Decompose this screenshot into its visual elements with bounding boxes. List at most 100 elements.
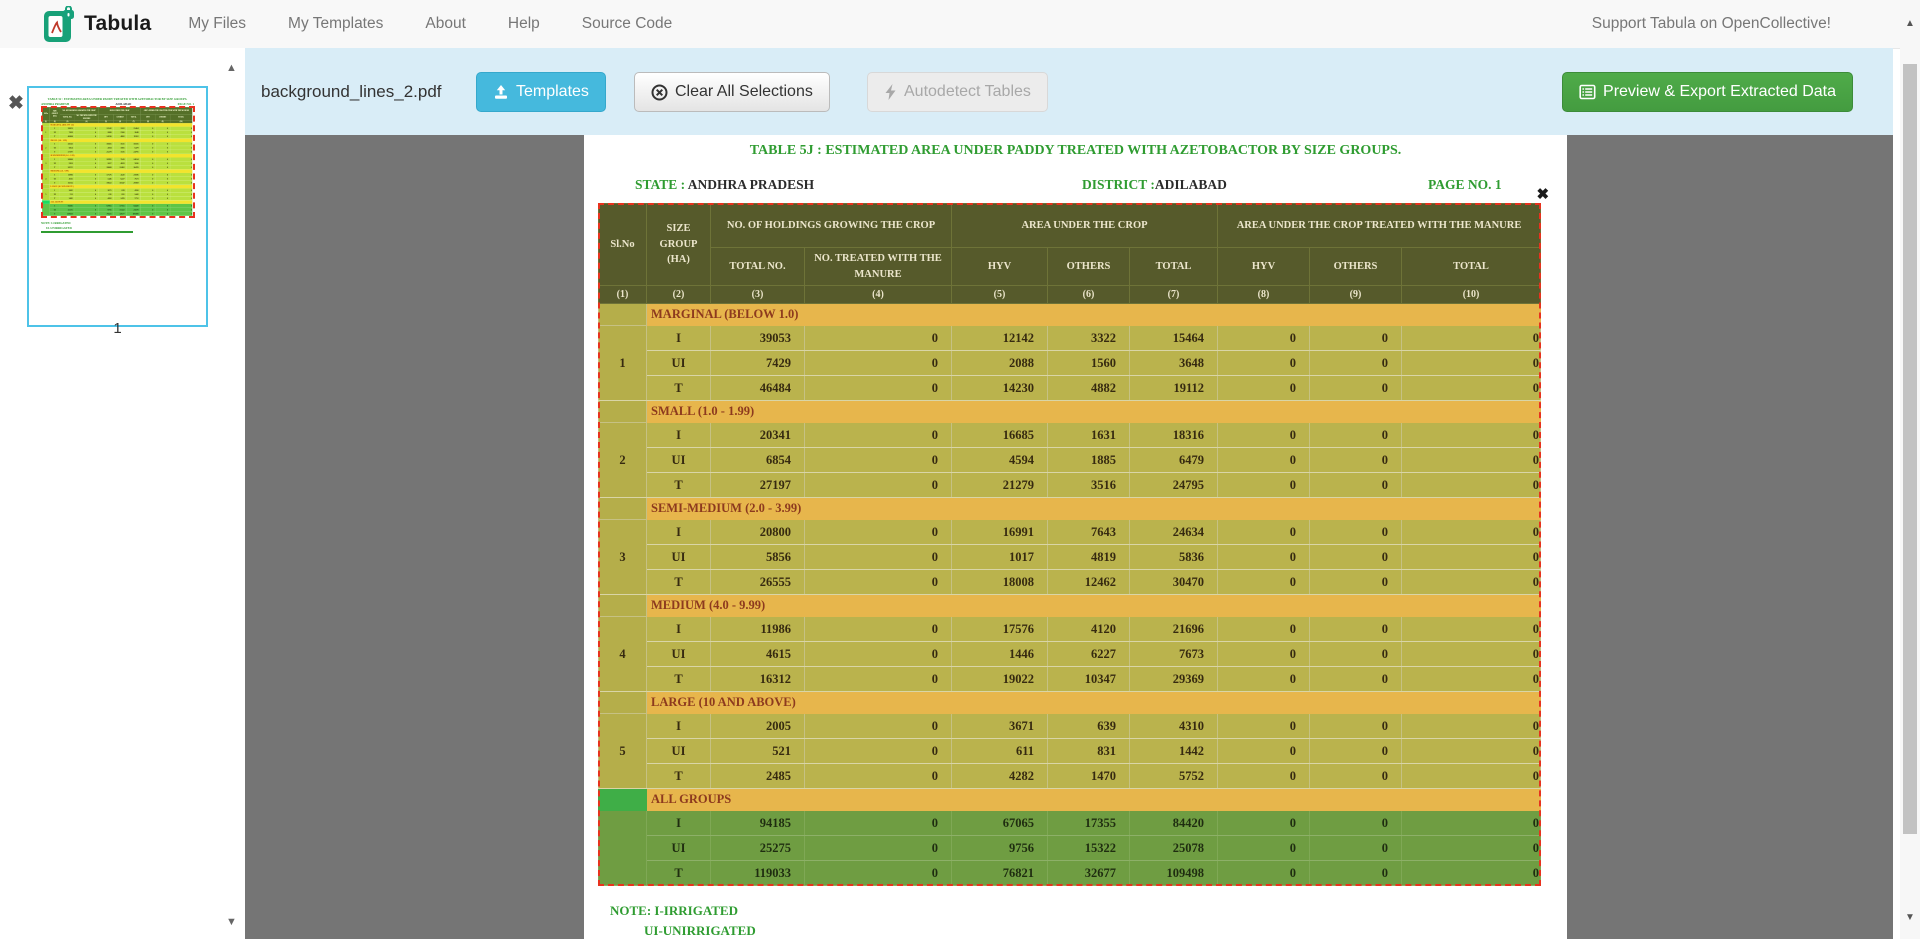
value-cell: 0 (805, 376, 952, 401)
slno-cell: 1 (599, 326, 647, 401)
brand[interactable]: Tabula (44, 6, 151, 42)
templates-button[interactable]: Templates (476, 72, 606, 112)
group-header-row: MEDIUM (4.0 - 9.99) (599, 595, 1541, 617)
value-cell: 6854 (711, 448, 805, 473)
table-row: 4I11986017576412021696000 (599, 617, 1541, 642)
support-link[interactable]: Support Tabula on OpenCollective! (1592, 0, 1831, 48)
value-cell: 0 (1402, 570, 1541, 595)
value-cell: 0 (1310, 545, 1402, 570)
value-cell: 0 (1218, 836, 1310, 861)
row-label-cell: T (647, 667, 711, 692)
slno-cell (42, 204, 50, 216)
slno-cell (599, 811, 647, 886)
slno-cell: 4 (42, 173, 50, 185)
group-header-row: MARGINAL (BELOW 1.0) (599, 304, 1541, 326)
value-cell: 5752 (1130, 764, 1218, 789)
value-cell: 1470 (1048, 764, 1130, 789)
pdf-page[interactable]: TABLE 5J : ESTIMATED AREA UNDER PADDY TR… (584, 135, 1567, 939)
nav-item-source-code[interactable]: Source Code (561, 15, 693, 33)
scroll-up-icon[interactable]: ▲ (226, 62, 237, 74)
remove-page-icon[interactable]: ✖ (8, 94, 24, 113)
group-header-row: SMALL (1.0 - 1.99) (599, 401, 1541, 423)
value-cell: 1885 (1048, 448, 1130, 473)
value-cell: 0 (1310, 714, 1402, 739)
slno-cell: 5 (42, 188, 50, 200)
value-cell: 29369 (1130, 667, 1218, 692)
value-cell: 0 (1218, 423, 1310, 448)
sidebar-scrollbar[interactable]: ▲ ▼ (222, 48, 244, 939)
value-cell: 0 (1402, 764, 1541, 789)
value-cell: 0 (805, 836, 952, 861)
scrollbar-thumb[interactable] (1903, 64, 1917, 834)
window-scrollbar[interactable]: ▲ ▼ (1900, 0, 1920, 939)
table-row: UI58560101748195836000 (599, 545, 1541, 570)
table-row: T265550180081246230470000 (599, 570, 1541, 595)
value-cell: 639 (1048, 714, 1130, 739)
value-cell: 0 (1402, 642, 1541, 667)
slno-cell: 2 (42, 142, 50, 154)
value-cell: 30470 (1130, 570, 1218, 595)
slno-cell: 3 (42, 157, 50, 169)
nav-item-my-files[interactable]: My Files (167, 15, 267, 33)
export-button-label: Preview & Export Extracted Data (1603, 83, 1836, 101)
export-button[interactable]: Preview & Export Extracted Data (1562, 72, 1853, 112)
value-cell: 27197 (711, 473, 805, 498)
value-cell: 16312 (711, 667, 805, 692)
row-label-cell: I (647, 714, 711, 739)
value-cell: 24634 (1130, 520, 1218, 545)
selection-close-icon[interactable]: ✖ (1536, 185, 1549, 204)
page-thumbnail[interactable]: TABLE 5J : ESTIMATED AREA UNDER PADDY TR… (27, 86, 208, 327)
header-sl-no: Sl.No (42, 107, 50, 120)
row-label-cell: I (647, 811, 711, 836)
value-cell: 0 (805, 545, 952, 570)
value-cell: 26555 (711, 570, 805, 595)
navbar-links: My FilesMy TemplatesAboutHelpSource Code (167, 15, 693, 33)
value-cell: 4310 (1130, 714, 1218, 739)
brand-name: Tabula (84, 12, 151, 36)
group-slno-cell (599, 498, 647, 520)
scroll-down-icon[interactable]: ▼ (226, 916, 237, 928)
value-cell: 18316 (1130, 423, 1218, 448)
value-cell: 11986 (711, 617, 805, 642)
value-cell: 84420 (1130, 811, 1218, 836)
thumbnail-page: TABLE 5J : ESTIMATED AREA UNDER PADDY TR… (31, 97, 204, 327)
header-size-group: SIZE GROUP (HA) (49, 107, 59, 120)
row-label-cell: UI (647, 642, 711, 667)
scroll-down-icon[interactable]: ▼ (1905, 912, 1915, 923)
row-label-cell: UI (647, 351, 711, 376)
value-cell: 0 (805, 861, 952, 886)
nav-item-about[interactable]: About (404, 15, 487, 33)
list-icon (1579, 84, 1596, 100)
value-cell: 4615 (711, 642, 805, 667)
value-cell: 0 (805, 326, 952, 351)
value-cell: 0 (1310, 448, 1402, 473)
slno-cell: 3 (599, 520, 647, 595)
column-number: (1) (599, 286, 647, 304)
value-cell: 0 (1218, 520, 1310, 545)
table-row: 5I2005036716394310000 (599, 714, 1541, 739)
table-row: T24850428214705752000 (599, 764, 1541, 789)
value-cell: 46484 (711, 376, 805, 401)
district-field: DISTRICT :ADILABAD (1082, 177, 1227, 193)
column-number: (8) (1218, 286, 1310, 304)
value-cell: 109498 (1130, 861, 1218, 886)
value-cell: 14230 (952, 376, 1048, 401)
row-label-cell: UI (647, 545, 711, 570)
value-cell: 16685 (952, 423, 1048, 448)
pdf-viewer-area: TABLE 5J : ESTIMATED AREA UNDER PADDY TR… (245, 135, 1893, 939)
value-cell: 0 (1402, 836, 1541, 861)
value-cell: 2005 (711, 714, 805, 739)
value-cell: 119033 (711, 861, 805, 886)
scroll-up-icon[interactable]: ▲ (1905, 18, 1915, 29)
table-row: 1I39053012142332215464000 (599, 326, 1541, 351)
value-cell: 0 (1218, 326, 1310, 351)
value-cell: 1442 (1130, 739, 1218, 764)
import-icon (493, 85, 509, 100)
autodetect-tables-button[interactable]: Autodetect Tables (867, 72, 1048, 112)
nav-item-my-templates[interactable]: My Templates (267, 15, 404, 33)
value-cell: 0 (1310, 764, 1402, 789)
sidebar: ✖ TABLE 5J : ESTIMATED AREA UNDER PADDY … (0, 48, 245, 939)
sub-header: TOTAL (1402, 248, 1541, 286)
nav-item-help[interactable]: Help (487, 15, 561, 33)
clear-selections-button[interactable]: Clear All Selections (634, 72, 830, 112)
